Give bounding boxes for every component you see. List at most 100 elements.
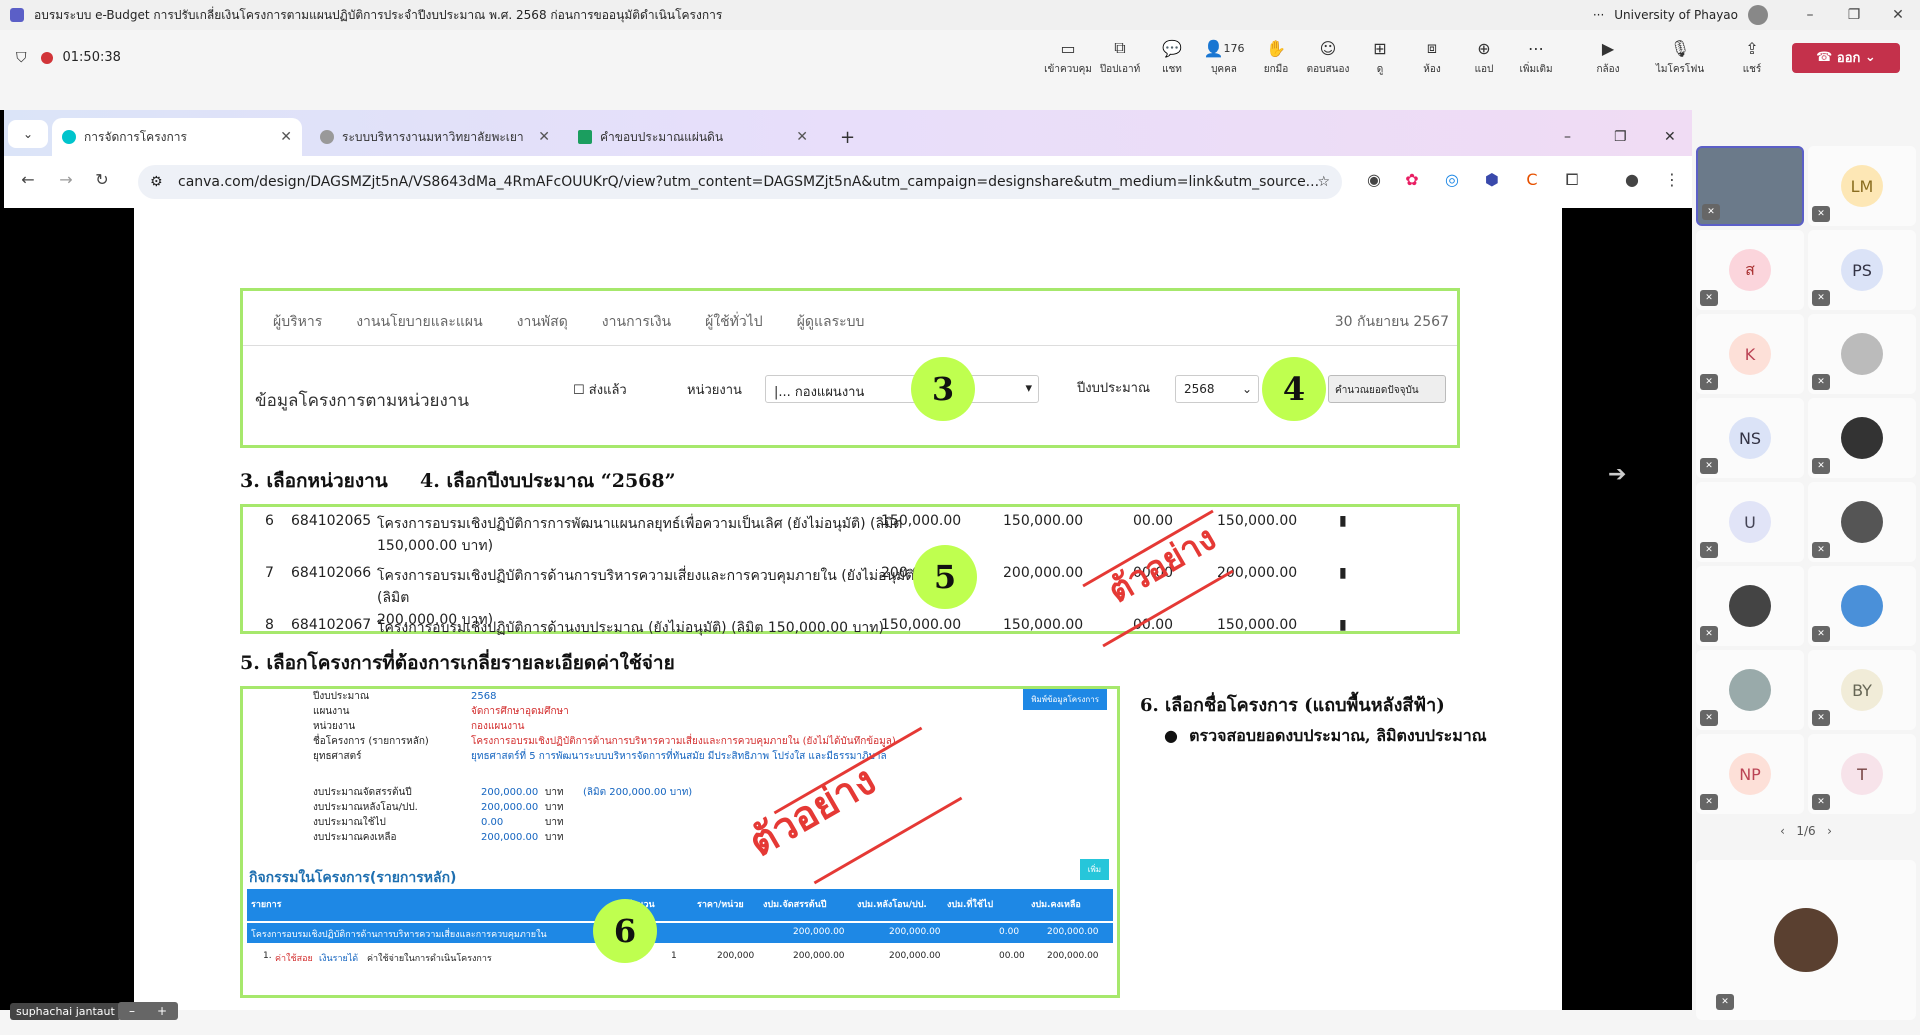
- url-field[interactable]: ⚙ canva.com/design/DAGSMZjt5nA/VS8643dMa…: [138, 165, 1342, 199]
- bookmark-star-icon[interactable]: ☆: [1317, 174, 1330, 190]
- nav-policy[interactable]: งานนโยบายและแผน: [356, 311, 482, 333]
- close-tab-icon[interactable]: ✕: [280, 129, 292, 145]
- participant-tile[interactable]: LM ✕: [1808, 146, 1916, 226]
- calc-current-button[interactable]: คำนวณยอดปัจจุบัน: [1328, 375, 1446, 403]
- nav-executive[interactable]: ผู้บริหาร: [273, 311, 322, 333]
- participant-tile[interactable]: ✕: [1808, 398, 1916, 478]
- leave-button[interactable]: ☎ ออก ⌄: [1792, 42, 1900, 73]
- next-slide-arrow-icon[interactable]: ➔: [1608, 462, 1626, 487]
- restore-icon[interactable]: ❐: [1604, 118, 1637, 156]
- more-button[interactable]: ⋯ เพิ่มเติม: [1510, 38, 1562, 77]
- zoom-in-icon[interactable]: +: [157, 1004, 167, 1018]
- close-icon[interactable]: ✕: [1654, 118, 1686, 156]
- participant-pager[interactable]: ‹ 1/6 ›: [1692, 824, 1920, 838]
- avatar: [1729, 669, 1771, 711]
- extension-color-icon[interactable]: ✿: [1400, 170, 1424, 189]
- nav-procurement[interactable]: งานพัสดุ: [517, 311, 568, 333]
- restore-icon[interactable]: ❐: [1832, 7, 1876, 23]
- participant-tile-video[interactable]: ✕: [1696, 146, 1804, 226]
- nav-admin[interactable]: ผู้ดูแลระบบ: [797, 311, 865, 333]
- participant-tile[interactable]: PS ✕: [1808, 230, 1916, 310]
- tab-budget-request[interactable]: คำขอบประมาณแผ่นดิน ✕: [568, 118, 818, 156]
- chat-button[interactable]: 💬 แชท: [1146, 38, 1198, 77]
- project-list-box: 6 684102065 โครงการอบรมเชิงปฏิบัติการการ…: [240, 504, 1460, 648]
- raise-hand-button[interactable]: ✋ ยกมือ: [1250, 38, 1302, 77]
- zoom-out-icon[interactable]: –: [129, 1004, 135, 1018]
- teams-logo-icon: [10, 8, 24, 22]
- zoom-controls[interactable]: – +: [118, 1002, 178, 1020]
- chevron-down-icon: ⌄: [1241, 382, 1252, 396]
- chart-icon[interactable]: ▮: [1339, 617, 1347, 633]
- participant-tile[interactable]: ✕: [1808, 566, 1916, 646]
- self-view-tile[interactable]: ✕: [1696, 860, 1916, 1020]
- recording-icon: [40, 51, 53, 64]
- share-icon: ⇪: [1745, 38, 1759, 58]
- camera-button[interactable]: ▶ กล้อง: [1582, 38, 1634, 77]
- window-title: อบรมระบบ e-Budget การปรับเกลี่ยเงินโครงก…: [34, 7, 723, 22]
- camera-off-icon: ▶: [1601, 38, 1615, 58]
- site-info-icon[interactable]: ⚙: [150, 174, 163, 190]
- minimize-icon[interactable]: –: [1554, 118, 1581, 156]
- tab-list-button[interactable]: ⌄: [8, 120, 48, 148]
- participant-tile[interactable]: ✕: [1808, 314, 1916, 394]
- add-activity-button[interactable]: เพิ่ม: [1079, 859, 1109, 880]
- close-tab-icon[interactable]: ✕: [538, 129, 550, 145]
- close-tab-icon[interactable]: ✕: [796, 129, 808, 145]
- browser-menu-icon[interactable]: ⋮: [1660, 170, 1684, 189]
- view-button[interactable]: ⊞ ดู: [1354, 38, 1406, 77]
- participant-tile[interactable]: NP ✕: [1696, 734, 1804, 814]
- participant-tile[interactable]: BY ✕: [1808, 650, 1916, 730]
- new-tab-button[interactable]: +: [830, 118, 865, 156]
- forward-icon[interactable]: →: [54, 170, 78, 189]
- account-avatar[interactable]: [1748, 5, 1768, 25]
- minimize-icon[interactable]: –: [1788, 7, 1832, 23]
- extension-shield-icon[interactable]: ⬢: [1480, 170, 1504, 189]
- chevron-left-icon[interactable]: ‹: [1780, 824, 1796, 838]
- participant-tile[interactable]: ✕: [1696, 566, 1804, 646]
- rooms-button[interactable]: ⧈ ห้อง: [1406, 38, 1458, 77]
- budget-limit: (ลิมิต 200,000.00 บาท): [583, 787, 693, 798]
- react-button[interactable]: ☺ ตอบสนอง: [1302, 38, 1354, 77]
- participant-tile[interactable]: ส ✕: [1696, 230, 1804, 310]
- participant-tile[interactable]: T ✕: [1808, 734, 1916, 814]
- tab-university-system[interactable]: ระบบบริหารงานมหาวิทยาลัยพะเยา ✕: [310, 118, 560, 156]
- share-button[interactable]: ⇪ แชร์: [1726, 38, 1778, 77]
- activity-main-row[interactable]: โครงการอบรมเชิงปฏิบัติการด้านการบริหารคว…: [247, 923, 1113, 943]
- profile-avatar[interactable]: ●: [1620, 170, 1644, 189]
- sent-checkbox[interactable]: ☐ ส่งแล้ว: [573, 379, 627, 400]
- close-icon[interactable]: ✕: [1876, 7, 1920, 23]
- year-select[interactable]: 2568 ⌄: [1175, 375, 1259, 403]
- participant-tile[interactable]: ✕: [1808, 482, 1916, 562]
- participant-tile[interactable]: ✕: [1696, 650, 1804, 730]
- reload-icon[interactable]: ↻: [90, 170, 114, 189]
- more-icon[interactable]: ···: [1593, 8, 1604, 22]
- people-button[interactable]: 👤 176 บุคคล: [1198, 38, 1250, 77]
- extension-c-icon[interactable]: C: [1520, 170, 1544, 189]
- chevron-right-icon[interactable]: ›: [1816, 824, 1832, 838]
- tab-project-management[interactable]: การจัดการโครงการ ✕: [52, 118, 302, 156]
- chart-icon[interactable]: ▮: [1339, 565, 1347, 581]
- popout-button[interactable]: ⧉ ป๊อปเอาท์: [1094, 38, 1146, 77]
- avatar: [1841, 585, 1883, 627]
- activity-sub-row[interactable]: 1. ค่าใช้สอย เงินรายได้ ค่าใช้จ่ายในการด…: [247, 947, 1113, 967]
- unit-select[interactable]: |... กองแผนงาน ▾: [765, 375, 1039, 403]
- print-project-button[interactable]: พิมพ์ข้อมูลโครงการ: [1023, 689, 1107, 710]
- step-4-marker: 4: [1262, 357, 1326, 421]
- puzzle-icon[interactable]: ⧠: [1560, 170, 1584, 190]
- mic-button[interactable]: 🎙 ไมโครโฟน: [1654, 38, 1706, 77]
- nav-finance[interactable]: งานการเงิน: [602, 311, 671, 333]
- back-icon[interactable]: ←: [16, 170, 40, 189]
- participant-tile[interactable]: K ✕: [1696, 314, 1804, 394]
- org-name[interactable]: University of Phayao: [1614, 8, 1738, 22]
- nav-general[interactable]: ผู้ใช้ทั่วไป: [705, 311, 763, 333]
- avatar: [1841, 501, 1883, 543]
- camera-icon[interactable]: ◉: [1362, 170, 1386, 189]
- participant-tile[interactable]: NS ✕: [1696, 398, 1804, 478]
- extension-blue-icon[interactable]: ◎: [1440, 170, 1464, 189]
- take-control-button[interactable]: ▭ เข้าควบคุม: [1042, 38, 1094, 77]
- add-app-icon: ⊕: [1477, 38, 1491, 58]
- smiley-icon: ☺: [1319, 38, 1337, 58]
- apps-button[interactable]: ⊕ แอป: [1458, 38, 1510, 77]
- chart-icon[interactable]: ▮: [1339, 513, 1347, 529]
- participant-tile[interactable]: U ✕: [1696, 482, 1804, 562]
